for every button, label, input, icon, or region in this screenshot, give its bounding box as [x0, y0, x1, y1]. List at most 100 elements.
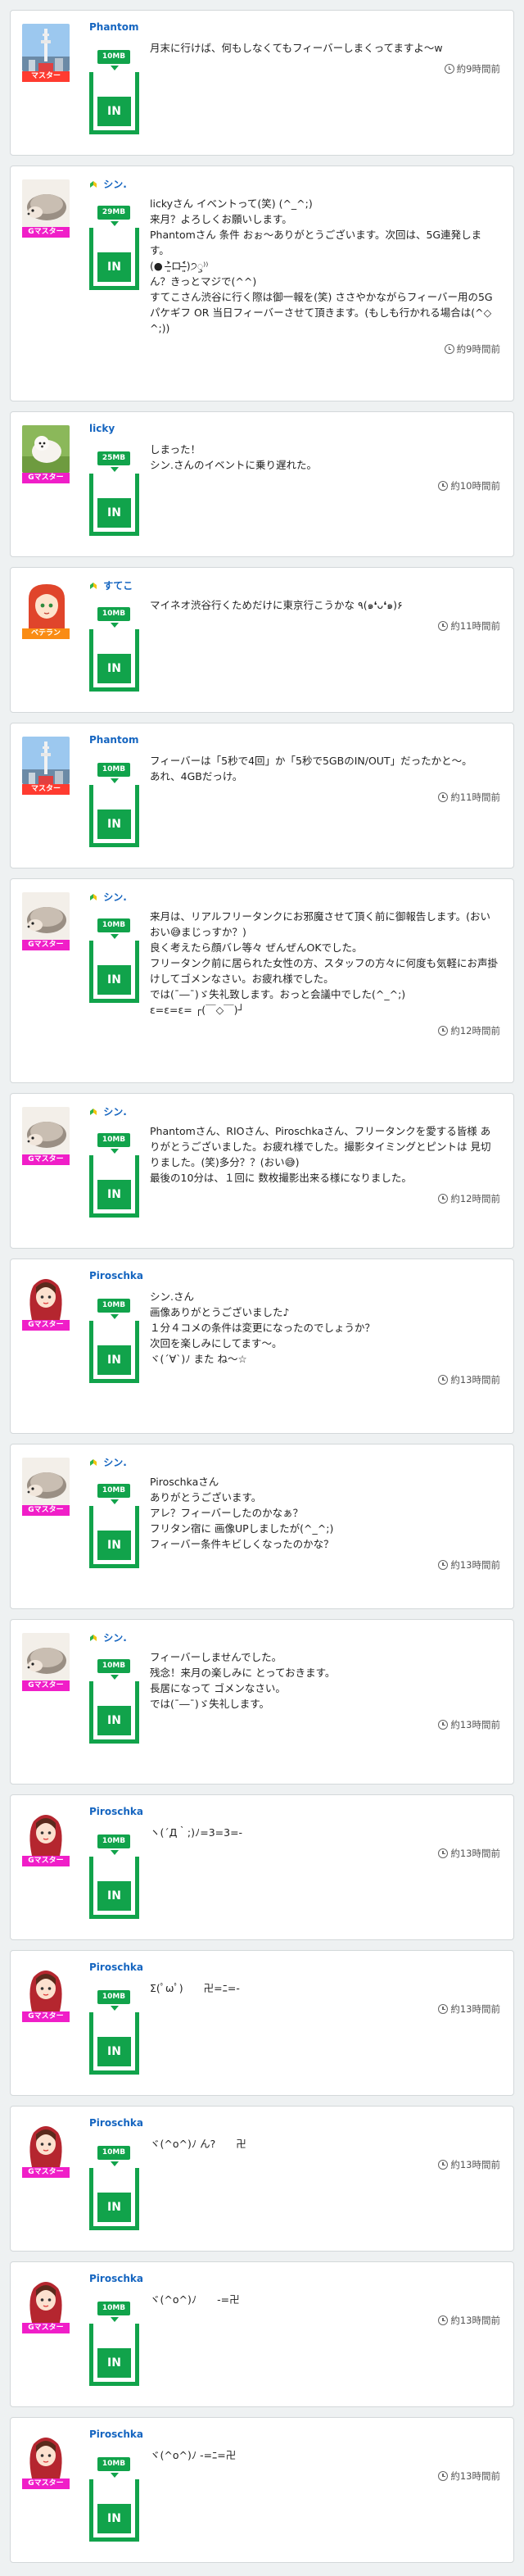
user-name-row[interactable]: licky [89, 423, 115, 434]
post-card: Gマスター シン. 10MB IN Phantomさん、RIOさん、Pirosc… [10, 1093, 514, 1249]
user-name-row[interactable]: シン. [89, 1455, 127, 1469]
mb-badge: 10MB [97, 1990, 130, 2004]
user-name-row[interactable]: Phantom [89, 21, 138, 33]
user-name-row[interactable]: Piroschka [89, 1806, 143, 1817]
in-label: IN [97, 1345, 131, 1375]
down-arrow-icon [110, 934, 119, 939]
hedgehog-avatar[interactable] [22, 1458, 70, 1505]
down-arrow-icon [110, 467, 119, 472]
user-name[interactable]: Piroschka [89, 2429, 143, 2440]
down-arrow-icon [110, 778, 119, 783]
hedgehog-avatar[interactable] [22, 892, 70, 940]
data-meter: 10MB IN [89, 763, 139, 847]
phantom-avatar[interactable] [22, 24, 70, 71]
beginner-leaf-icon [90, 1109, 97, 1115]
hedgehog-avatar[interactable] [22, 1633, 70, 1680]
timestamp: 約11時間前 [450, 791, 500, 803]
timestamp: 約13時間前 [450, 2003, 500, 2015]
piro-avatar[interactable] [22, 2120, 70, 2167]
user-name[interactable]: Phantom [89, 21, 138, 33]
user-name[interactable]: すてこ [103, 580, 133, 592]
piro-avatar[interactable] [22, 2275, 70, 2323]
post-body: ヾ(^o^)ﾉ ん? 卍 [150, 2138, 246, 2150]
post-time: 約13時間前 [114, 1558, 500, 1571]
data-meter: 10MB IN [89, 1834, 139, 1919]
user-name[interactable]: Phantom [89, 734, 138, 746]
user-name[interactable]: シン. [103, 1457, 127, 1468]
hedgehog-avatar[interactable] [22, 1107, 70, 1154]
user-name[interactable]: Piroschka [89, 2117, 143, 2129]
user-name[interactable]: シン. [103, 1106, 127, 1118]
piro-avatar[interactable] [22, 1964, 70, 2011]
user-name-row[interactable]: シン. [89, 1630, 127, 1644]
post-card: Gマスター Piroschka 10MB IN Σ(ﾟωﾟ) 卍=ﾆ=- 約13… [10, 1950, 514, 2096]
tank-box: IN [89, 2012, 139, 2075]
mb-badge: 10MB [97, 607, 130, 621]
post-card: Gマスター シン. 29MB IN lickyさん イベントって(笑) (^_^… [10, 166, 514, 401]
hedgehog-avatar[interactable] [22, 179, 70, 227]
user-name-row[interactable]: Piroschka [89, 2273, 143, 2284]
rank-badge: マスター [22, 71, 70, 82]
user-name-row[interactable]: すてこ [89, 578, 133, 592]
user-name-row[interactable]: シン. [89, 1104, 127, 1118]
beginner-leaf-icon [90, 1459, 97, 1466]
post-body: しまった！ シン.さんのイベントに乗り遅れた。 [150, 443, 317, 471]
clock-icon [444, 344, 454, 354]
rank-badge: Gマスター [22, 2167, 70, 2178]
mb-badge: 10MB [97, 1484, 130, 1498]
timestamp: 約13時間前 [450, 2159, 500, 2170]
post-body: フィーバーは「5秒で4回」か「5秒で5GBのIN/OUT」だったかと〜。 あれ、… [150, 755, 472, 782]
in-label: IN [97, 2348, 131, 2378]
mb-badge: 10MB [97, 1659, 130, 1673]
user-name-row[interactable]: Piroschka [89, 1961, 143, 1973]
user-name[interactable]: シン. [103, 179, 127, 190]
post-body: マイネオ渋谷行くためだけに東京行こうかな ٩(๑❛ᴗ❛๑)۶ [150, 599, 403, 611]
user-name-row[interactable]: Piroschka [89, 1270, 143, 1281]
post-body: Piroschkaさん ありがとうございます。 アレ？フィーバーしたのかなぁ？ … [150, 1476, 334, 1550]
phantom-avatar[interactable] [22, 737, 70, 784]
clock-icon [438, 2315, 449, 2325]
user-name-row[interactable]: Piroschka [89, 2117, 143, 2129]
data-meter: 29MB IN [89, 206, 139, 290]
rank-badge: Gマスター [22, 2478, 70, 2489]
user-name-row[interactable]: Phantom [89, 734, 138, 746]
user-name-row[interactable]: Piroschka [89, 2429, 143, 2440]
user-name-row[interactable]: シン. [89, 177, 127, 191]
tank-box: IN [89, 2479, 139, 2542]
piro-avatar[interactable] [22, 2431, 70, 2478]
tank-box: IN [89, 228, 139, 290]
down-arrow-icon [110, 2006, 119, 2011]
data-meter: 10MB IN [89, 1133, 139, 1218]
user-name[interactable]: Piroschka [89, 1806, 143, 1817]
user-name[interactable]: Piroschka [89, 2273, 143, 2284]
down-arrow-icon [110, 1499, 119, 1504]
post-body: ヾ(^o^)ﾉ -=卍 [150, 2293, 240, 2306]
piro-avatar[interactable] [22, 1808, 70, 1856]
post-time: 約13時間前 [114, 1847, 500, 1860]
rank-badge: Gマスター [22, 2011, 70, 2022]
user-name[interactable]: Piroschka [89, 1270, 143, 1281]
post-card: Gマスター シン. 10MB IN フィーバーしませんでした。 残念！来月の楽し… [10, 1619, 514, 1785]
user-name[interactable]: licky [89, 423, 115, 434]
tank-box: IN [89, 1681, 139, 1744]
mb-badge: 10MB [97, 918, 130, 932]
post-card: Gマスター Piroschka 10MB IN ヾ(^o^)ﾉ ん? 卍 約13… [10, 2106, 514, 2252]
post-body: 月末に行けば、何もしなくてもフィーバーしまくってますよ〜w [150, 42, 443, 54]
data-meter: 10MB IN [89, 1990, 139, 2075]
post-time: 約13時間前 [114, 2469, 500, 2483]
dog-avatar[interactable] [22, 425, 70, 473]
in-label: IN [97, 97, 131, 126]
clock-icon [444, 64, 454, 74]
data-meter: 10MB IN [89, 1299, 139, 1383]
post-time: 約9時間前 [114, 62, 500, 75]
data-meter: 10MB IN [89, 1659, 139, 1744]
user-name[interactable]: Piroschka [89, 1961, 143, 1973]
down-arrow-icon [110, 1675, 119, 1680]
user-name[interactable]: シン. [103, 1632, 127, 1644]
user-name[interactable]: シン. [103, 891, 127, 903]
piro-avatar[interactable] [22, 1272, 70, 1320]
user-name-row[interactable]: シン. [89, 890, 127, 904]
anime-avatar[interactable] [22, 581, 70, 628]
post-time: 約13時間前 [114, 2158, 500, 2171]
data-meter: 10MB IN [89, 918, 139, 1003]
